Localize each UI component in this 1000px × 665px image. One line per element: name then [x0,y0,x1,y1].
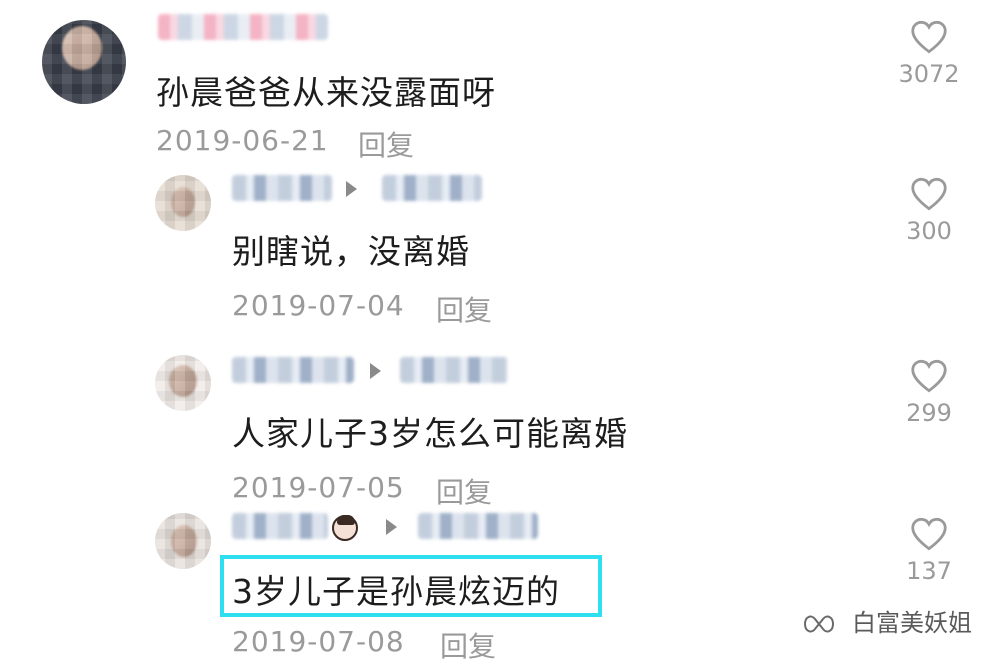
like-count: 299 [906,399,952,427]
reply-button[interactable]: 回复 [436,289,492,329]
like-button[interactable]: 299 [894,359,964,427]
reply-to-arrow-icon [370,363,381,379]
like-count: 137 [906,557,952,585]
avatar[interactable] [155,513,211,569]
reply-button[interactable]: 回复 [440,625,496,665]
heart-outline-icon [911,177,947,211]
reply-item: 3岁儿子是孙晨炫迈的 2019-07-08 回复 137 [0,505,1000,665]
comment-date: 2019-07-08 [232,625,405,658]
username-blurred[interactable] [232,357,354,383]
like-count: 3072 [898,60,960,88]
reply-to-arrow-icon [386,519,397,535]
username-blurred[interactable] [232,175,332,201]
watermark-text: 白富美妖姐 [852,609,972,637]
like-button[interactable]: 137 [894,517,964,585]
girl-emoji-icon [332,515,358,541]
username-blurred[interactable] [232,513,328,539]
like-button[interactable]: 300 [894,177,964,245]
username-blurred[interactable] [158,14,328,40]
reply-button[interactable]: 回复 [358,124,414,164]
comment-text: 3岁儿子是孙晨炫迈的 [232,572,560,611]
reply-item: 人家儿子3岁怎么可能离婚 2019-07-05 回复 299 [0,347,1000,509]
comment-date: 2019-07-05 [232,471,405,504]
comment-text: 别瞎说，没离婚 [232,232,470,271]
avatar[interactable] [155,355,211,411]
reply-to-username-blurred[interactable] [382,175,482,201]
reply-to-username-blurred[interactable] [400,357,508,383]
comment-item: 孙晨爸爸从来没露面呀 2019-06-21 回复 3072 [0,0,1000,162]
heart-outline-icon [911,359,947,393]
reply-to-username-blurred[interactable] [418,513,538,539]
comment-date: 2019-07-04 [232,289,405,322]
like-count: 300 [906,217,952,245]
wechat-channel-icon [804,615,835,633]
like-button[interactable]: 3072 [894,20,964,88]
avatar[interactable] [155,175,211,231]
watermark: 白富美妖姐 [802,603,972,638]
reply-item: 别瞎说，没离婚 2019-07-04 回复 300 [0,165,1000,335]
comment-date: 2019-06-21 [156,124,329,157]
comment-text: 孙晨爸爸从来没露面呀 [156,73,496,112]
heart-outline-icon [911,20,947,54]
heart-outline-icon [911,517,947,551]
comment-text: 人家儿子3岁怎么可能离婚 [232,414,628,453]
reply-to-arrow-icon [346,181,357,197]
avatar[interactable] [42,20,126,104]
